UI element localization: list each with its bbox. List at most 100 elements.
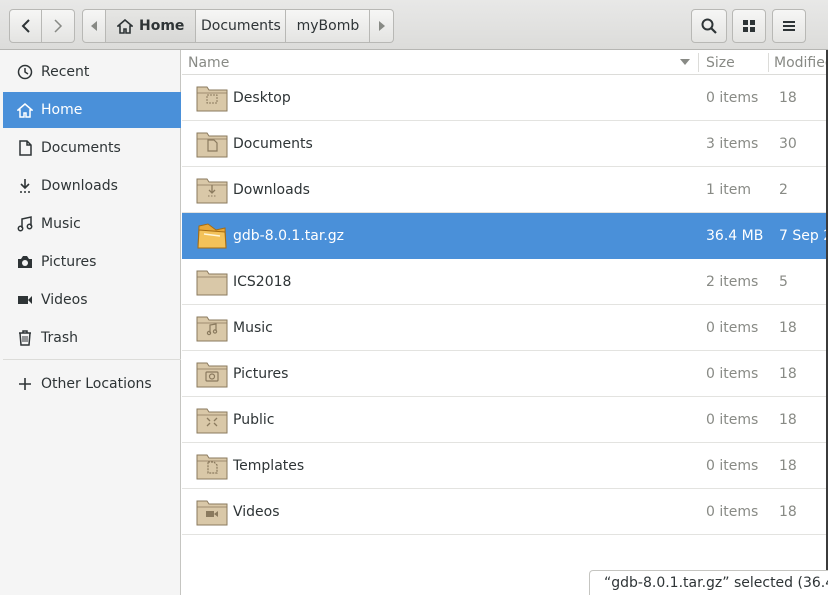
folder-music-icon xyxy=(196,314,228,342)
sidebar-item-documents[interactable]: Documents xyxy=(3,130,181,166)
archive-icon xyxy=(196,222,228,250)
file-name: Desktop xyxy=(233,90,291,106)
sidebar-item-downloads[interactable]: Downloads xyxy=(3,168,181,204)
menu-button[interactable] xyxy=(772,9,806,43)
file-size: 3 items xyxy=(706,136,759,152)
video-icon xyxy=(17,292,33,308)
file-modified: 18 xyxy=(779,504,797,520)
file-modified: 18 xyxy=(779,366,797,382)
file-name: gdb-8.0.1.tar.gz xyxy=(233,228,345,244)
column-header-label: Name xyxy=(188,54,230,71)
path-segment-home[interactable]: Home xyxy=(106,9,197,43)
column-divider xyxy=(698,53,699,72)
sidebar-item-label: Home xyxy=(41,102,83,118)
column-header-modified[interactable]: Modified xyxy=(774,50,828,75)
sidebar-item-label: Pictures xyxy=(41,254,97,270)
folder-documents-icon xyxy=(196,130,228,158)
table-row[interactable]: Templates 0 items 18 xyxy=(182,443,828,489)
sidebar-item-label: Other Locations xyxy=(41,376,152,392)
navigation-buttons xyxy=(9,9,75,43)
file-modified: 18 xyxy=(779,320,797,336)
sidebar-item-home[interactable]: Home xyxy=(3,92,181,128)
file-name: Downloads xyxy=(233,182,310,198)
sidebar-item-trash[interactable]: Trash xyxy=(3,320,181,356)
path-segment-mybomb[interactable]: myBomb xyxy=(286,9,371,43)
sidebar-item-other-locations[interactable]: Other Locations xyxy=(3,366,181,402)
file-name: Music xyxy=(233,320,273,336)
header-bar: Home Documents myBomb xyxy=(0,0,828,50)
document-icon xyxy=(17,140,33,156)
folder-desktop-icon xyxy=(196,84,228,112)
file-modified: 18 xyxy=(779,458,797,474)
column-header-size[interactable]: Size xyxy=(706,50,735,75)
search-button[interactable] xyxy=(691,9,727,43)
sidebar-item-music[interactable]: Music xyxy=(3,206,181,242)
path-segment-label: Home xyxy=(139,18,185,34)
file-size: 2 items xyxy=(706,274,759,290)
file-size: 0 items xyxy=(706,366,759,382)
table-row[interactable]: Pictures 0 items 18 xyxy=(182,351,828,397)
column-header-label: Modified xyxy=(774,54,828,71)
file-size: 0 items xyxy=(706,90,759,106)
file-modified: 2 xyxy=(779,182,788,198)
chevron-right-icon xyxy=(54,19,63,33)
folder-icon xyxy=(196,268,228,296)
folder-templates-icon xyxy=(196,452,228,480)
file-size: 0 items xyxy=(706,458,759,474)
folder-pictures-icon xyxy=(196,360,228,388)
grid-icon xyxy=(743,20,755,32)
home-icon xyxy=(17,102,33,118)
path-bar: Home Documents myBomb xyxy=(82,9,395,43)
sort-descending-icon xyxy=(680,59,690,65)
file-size: 0 items xyxy=(706,504,759,520)
sidebar-item-label: Music xyxy=(41,216,81,232)
table-row[interactable]: Videos 0 items 18 xyxy=(182,489,828,535)
back-button[interactable] xyxy=(9,9,42,43)
table-row[interactable]: Music 0 items 18 xyxy=(182,305,828,351)
path-scroll-right-button[interactable] xyxy=(370,9,395,43)
path-segment-label: Documents xyxy=(201,18,281,34)
file-size: 36.4 MB xyxy=(706,228,764,244)
path-segment-label: myBomb xyxy=(296,18,360,34)
file-name: Videos xyxy=(233,504,280,520)
file-modified: 18 xyxy=(779,90,797,106)
table-row[interactable]: gdb-8.0.1.tar.gz 36.4 MB 7 Sep 2 xyxy=(182,213,828,259)
sidebar-item-label: Trash xyxy=(41,330,78,346)
file-modified: 5 xyxy=(779,274,788,290)
view-grid-button[interactable] xyxy=(732,9,766,43)
sidebar-item-recent[interactable]: Recent xyxy=(3,54,181,90)
path-segment-documents[interactable]: Documents xyxy=(196,9,287,43)
download-icon xyxy=(17,178,33,194)
home-icon xyxy=(117,18,133,34)
file-modified: 30 xyxy=(779,136,797,152)
table-row[interactable]: Downloads 1 item 2 xyxy=(182,167,828,213)
sidebar-item-label: Documents xyxy=(41,140,121,156)
table-row[interactable]: Desktop 0 items 18 xyxy=(182,75,828,121)
forward-button[interactable] xyxy=(42,9,75,43)
hamburger-menu-icon xyxy=(783,21,795,31)
search-icon xyxy=(701,18,717,34)
table-row[interactable]: Public 0 items 18 xyxy=(182,397,828,443)
chevron-left-icon xyxy=(21,19,30,33)
camera-icon xyxy=(17,254,33,270)
sidebar: Recent Home Documents Downloads Music Pi… xyxy=(0,50,181,595)
file-modified: 7 Sep 2 xyxy=(779,228,828,244)
file-name: Pictures xyxy=(233,366,289,382)
column-divider xyxy=(768,53,769,72)
sidebar-item-label: Downloads xyxy=(41,178,118,194)
sidebar-item-label: Recent xyxy=(41,64,90,80)
column-header-name[interactable]: Name xyxy=(188,50,229,75)
selection-status-floating-bar: “gdb-8.0.1.tar.gz” selected (36.4 MB) xyxy=(589,570,828,595)
file-modified: 18 xyxy=(779,412,797,428)
clock-icon xyxy=(17,64,33,80)
folder-public-icon xyxy=(196,406,228,434)
column-header-label: Size xyxy=(706,54,735,71)
path-scroll-left-button[interactable] xyxy=(82,9,106,43)
file-name: Templates xyxy=(233,458,305,474)
file-size: 0 items xyxy=(706,320,759,336)
sidebar-item-videos[interactable]: Videos xyxy=(3,282,181,318)
trash-icon xyxy=(17,330,33,346)
sidebar-item-pictures[interactable]: Pictures xyxy=(3,244,181,280)
table-row[interactable]: Documents 3 items 30 xyxy=(182,121,828,167)
table-row[interactable]: ICS2018 2 items 5 xyxy=(182,259,828,305)
